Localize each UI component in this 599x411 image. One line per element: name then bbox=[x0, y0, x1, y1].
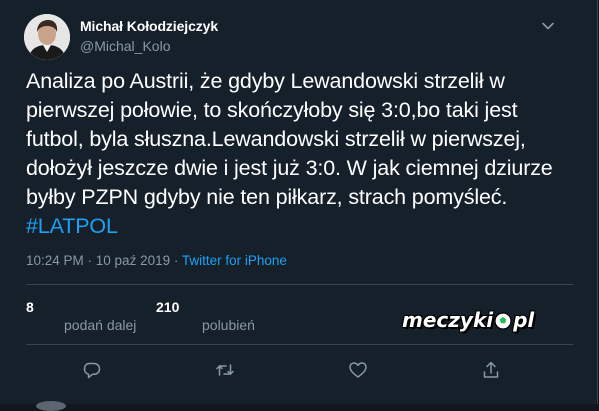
likes-label[interactable]: polubień bbox=[202, 317, 255, 333]
retweets-label[interactable]: podań dalej bbox=[64, 317, 136, 333]
tweet-meta: 10:24 PM · 10 paź 2019 · Twitter for iPh… bbox=[26, 253, 287, 268]
avatar[interactable] bbox=[24, 14, 70, 60]
tweet-text: Analiza po Austrii, że gdyby Lewandowski… bbox=[26, 67, 566, 241]
tweet-timestamp[interactable]: 10:24 PM · 10 paź 2019 bbox=[26, 253, 170, 268]
soccer-ball-icon bbox=[494, 311, 512, 330]
avatar-photo bbox=[24, 14, 70, 60]
author-handle[interactable]: @Michal_Kolo bbox=[80, 38, 170, 54]
meczyki-watermark: meczyki pl bbox=[402, 305, 542, 335]
chevron-down-icon[interactable] bbox=[540, 18, 556, 34]
watermark-right: pl bbox=[513, 308, 535, 332]
hashtag-link[interactable]: #LATPOL bbox=[26, 214, 118, 238]
likes-count[interactable]: 210 bbox=[156, 299, 179, 315]
divider bbox=[26, 344, 573, 345]
retweet-icon[interactable] bbox=[215, 360, 235, 380]
tweet-source-link[interactable]: Twitter for iPhone bbox=[182, 253, 287, 268]
retweets-count[interactable]: 8 bbox=[26, 299, 34, 315]
next-tweet-avatar[interactable] bbox=[36, 401, 66, 411]
share-icon[interactable] bbox=[481, 360, 501, 380]
author-name[interactable]: Michał Kołodziejczyk bbox=[80, 18, 218, 34]
tweet-card: Michał Kołodziejczyk @Michal_Kolo Analiz… bbox=[0, 0, 598, 411]
meta-separator: · bbox=[170, 253, 182, 268]
reply-icon[interactable] bbox=[82, 360, 102, 380]
watermark-left: meczyki bbox=[402, 308, 494, 332]
divider bbox=[26, 284, 573, 285]
tweet-body: Analiza po Austrii, że gdyby Lewandowski… bbox=[26, 69, 553, 209]
like-icon[interactable] bbox=[348, 360, 368, 380]
